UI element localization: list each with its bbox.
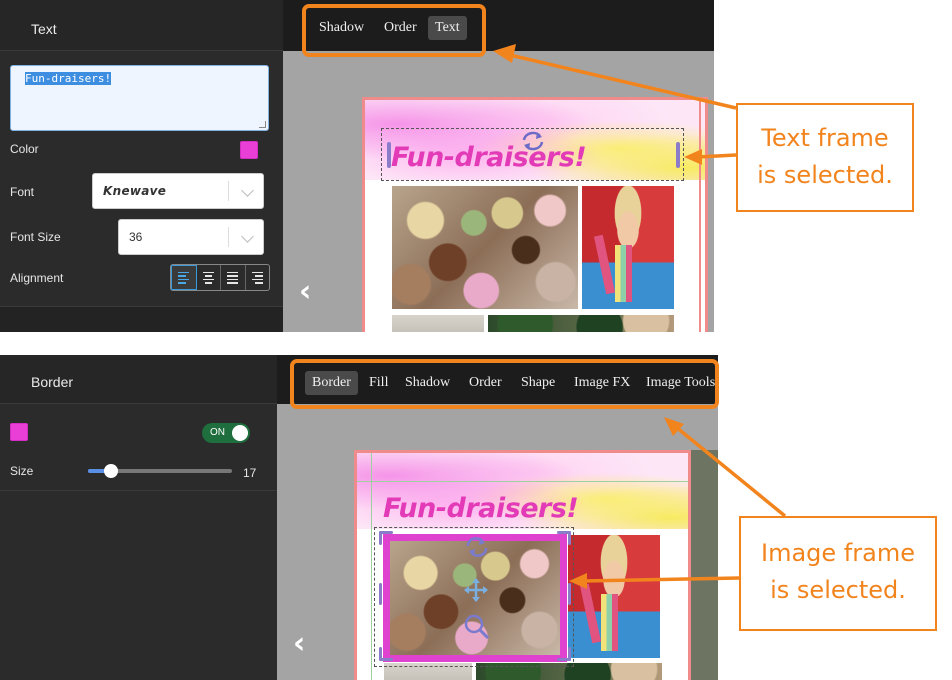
- arrow-to-image-frame: [582, 576, 740, 583]
- arrow-to-image-toolbar: [674, 425, 787, 518]
- annotation-arrows: [493, 44, 787, 589]
- arrow-to-toolbar: [509, 53, 737, 110]
- arrow-to-text-frame: [697, 153, 737, 159]
